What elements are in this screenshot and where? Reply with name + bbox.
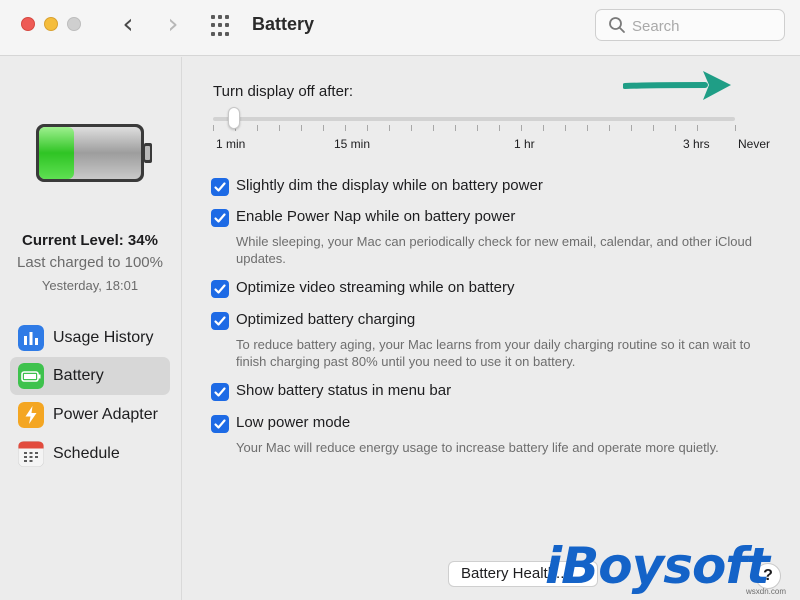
slider-tick bbox=[631, 125, 632, 131]
bolt-icon bbox=[18, 402, 44, 428]
sidebar-item-label: Usage History bbox=[53, 329, 154, 346]
sidebar-item-label: Power Adapter bbox=[53, 406, 158, 423]
battery-icon bbox=[18, 363, 44, 389]
checkmark-icon bbox=[214, 182, 226, 192]
option-label: Enable Power Nap while on battery power bbox=[236, 208, 516, 225]
slider-tick bbox=[257, 125, 258, 131]
slider-tick bbox=[609, 125, 610, 131]
close-window-button[interactable] bbox=[21, 17, 35, 31]
slider-tick bbox=[565, 125, 566, 131]
option-description: Your Mac will reduce energy usage to inc… bbox=[236, 440, 719, 455]
slider-tick bbox=[433, 125, 434, 131]
slider-tick bbox=[521, 125, 522, 131]
sidebar-item-battery[interactable]: Battery bbox=[10, 357, 170, 395]
sidebar-item-schedule[interactable]: Schedule bbox=[10, 435, 170, 473]
search-icon bbox=[609, 17, 625, 33]
tick-label-3-hrs: 3 hrs bbox=[683, 137, 710, 151]
show-all-grid-icon[interactable] bbox=[211, 15, 233, 37]
slider-tick bbox=[389, 125, 390, 131]
slider-tick bbox=[367, 125, 368, 131]
battery-charge-fill bbox=[39, 127, 74, 179]
checkmark-icon bbox=[214, 284, 226, 294]
slider-tick bbox=[477, 125, 478, 131]
search-input[interactable] bbox=[632, 16, 777, 36]
option-label: Optimized battery charging bbox=[236, 311, 416, 328]
current-level-text: Current Level: 34% bbox=[22, 232, 158, 249]
sidebar: Current Level: 34% Last charged to 100% … bbox=[0, 57, 182, 600]
sidebar-item-label: Schedule bbox=[53, 445, 120, 462]
slider-tick bbox=[323, 125, 324, 131]
option-label: Show battery status in menu bar bbox=[236, 382, 452, 399]
option-label: Slightly dim the display while on batter… bbox=[236, 177, 543, 194]
minimize-window-button[interactable] bbox=[44, 17, 58, 31]
search-field[interactable] bbox=[595, 9, 785, 41]
main-panel: Turn display off after: 1 min 15 min 1 h… bbox=[183, 57, 800, 600]
last-charged-text: Last charged to 100% bbox=[17, 254, 163, 271]
slider-tick bbox=[455, 125, 456, 131]
sidebar-item-usage-history[interactable]: Usage History bbox=[10, 319, 170, 357]
checkmark-icon bbox=[214, 419, 226, 429]
optimized-charging-checkbox[interactable] bbox=[211, 312, 229, 330]
window-title: Battery bbox=[252, 14, 315, 34]
slider-tick bbox=[345, 125, 346, 131]
show-battery-status-checkbox[interactable] bbox=[211, 383, 229, 401]
option-description: To reduce battery aging, your Mac learns… bbox=[236, 337, 751, 369]
forward-button[interactable]: › bbox=[162, 10, 184, 38]
slider-tick bbox=[735, 125, 736, 131]
slider-tick bbox=[301, 125, 302, 131]
dim-display-checkbox[interactable] bbox=[211, 178, 229, 196]
tick-label-never: Never bbox=[738, 137, 771, 151]
battery-level-icon bbox=[36, 124, 152, 182]
slider-tick bbox=[279, 125, 280, 131]
slider-tick bbox=[213, 125, 214, 131]
zoom-window-button[interactable] bbox=[67, 17, 81, 31]
checkmark-icon bbox=[214, 213, 226, 223]
checkmark-icon bbox=[214, 316, 226, 326]
display-off-label: Turn display off after: bbox=[213, 83, 354, 100]
option-description: While sleeping, your Mac can periodicall… bbox=[236, 234, 752, 266]
display-off-slider[interactable] bbox=[213, 117, 735, 121]
slider-tick bbox=[653, 125, 654, 131]
sidebar-item-label: Battery bbox=[53, 367, 104, 384]
power-nap-checkbox[interactable] bbox=[211, 209, 229, 227]
slider-tick bbox=[697, 125, 698, 131]
low-power-mode-checkbox[interactable] bbox=[211, 415, 229, 433]
site-watermark: wsxdn.com bbox=[746, 587, 787, 596]
watermark-text: iBoysoft bbox=[545, 537, 770, 595]
checkmark-icon bbox=[214, 387, 226, 397]
sidebar-item-power-adapter[interactable]: Power Adapter bbox=[10, 396, 170, 434]
slider-tick bbox=[587, 125, 588, 131]
watermark-logo: iBoysoft bbox=[545, 537, 770, 599]
arrow-right-icon bbox=[623, 71, 731, 100]
option-label: Optimize video streaming while on batter… bbox=[236, 279, 515, 296]
slider-tick bbox=[543, 125, 544, 131]
back-button[interactable]: ‹ bbox=[117, 10, 139, 38]
slider-tick bbox=[411, 125, 412, 131]
tick-label-15-min: 15 min bbox=[334, 137, 371, 151]
tick-label-1-hr: 1 hr bbox=[514, 137, 535, 151]
slider-tick bbox=[675, 125, 676, 131]
last-charged-time: Yesterday, 18:01 bbox=[41, 278, 139, 293]
video-streaming-checkbox[interactable] bbox=[211, 280, 229, 298]
bar-chart-icon bbox=[18, 325, 44, 351]
tick-label-1-min: 1 min bbox=[216, 137, 246, 151]
slider-tick bbox=[499, 125, 500, 131]
title-bar: ‹ › Battery bbox=[0, 0, 800, 56]
calendar-icon bbox=[18, 441, 44, 467]
option-label: Low power mode bbox=[236, 414, 351, 431]
slider-thumb[interactable] bbox=[228, 107, 240, 129]
